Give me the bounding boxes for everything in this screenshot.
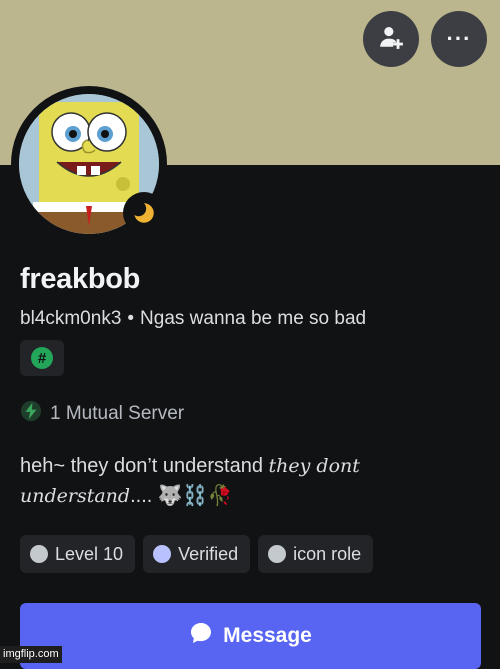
bio-italic-1: they dont [268, 455, 360, 477]
message-button-label: Message [223, 624, 312, 647]
add-friend-button[interactable] [363, 11, 419, 67]
profile-bio: heh~ they don’t understand they dont und… [20, 452, 480, 511]
profile-badge[interactable]: # [20, 340, 64, 376]
separator-dot: • [127, 308, 135, 329]
username-line: bl4ckm0nk3 • Ngas wanna be me so bad [20, 308, 366, 330]
message-button[interactable]: Message [20, 603, 481, 669]
moon-icon [131, 201, 154, 223]
bio-emojis: 🐺⛓️🥀 [157, 483, 233, 507]
hashtag-badge-icon: # [31, 347, 53, 369]
idle-status-indicator [123, 192, 165, 234]
more-options-icon: ··· [446, 26, 472, 51]
role-pill-level-10[interactable]: Level 10 [20, 535, 136, 573]
chat-bubble-icon [189, 621, 213, 651]
role-color-dot [268, 545, 287, 563]
bio-ellipsis: .... [130, 485, 153, 507]
role-pill-verified[interactable]: Verified [143, 535, 251, 573]
bio-text: heh~ they don’t understand [20, 455, 269, 477]
mutual-servers-label: 1 Mutual Server [50, 403, 185, 424]
bio-italic-2: understand [20, 485, 131, 507]
username[interactable]: bl4ckm0nk3 [20, 308, 121, 329]
display-name: freakbob [20, 263, 141, 295]
mutual-servers-link[interactable]: 1 Mutual Server [20, 400, 184, 428]
role-pill-icon-role[interactable]: icon role [258, 535, 374, 573]
more-options-button[interactable]: ··· [431, 11, 487, 67]
lightning-bolt-icon [20, 400, 42, 428]
watermark: imgflip.com [0, 646, 62, 663]
avatar-container[interactable] [11, 86, 167, 242]
role-color-dot [30, 545, 48, 563]
role-label: icon role [293, 543, 362, 564]
roles-list: Level 10 Verified icon role [20, 535, 374, 573]
role-label: Level 10 [55, 543, 124, 564]
custom-status: Ngas wanna be me so bad [140, 308, 367, 329]
role-color-dot [153, 545, 172, 563]
role-label: Verified [178, 543, 239, 564]
add-friend-icon [378, 24, 404, 55]
